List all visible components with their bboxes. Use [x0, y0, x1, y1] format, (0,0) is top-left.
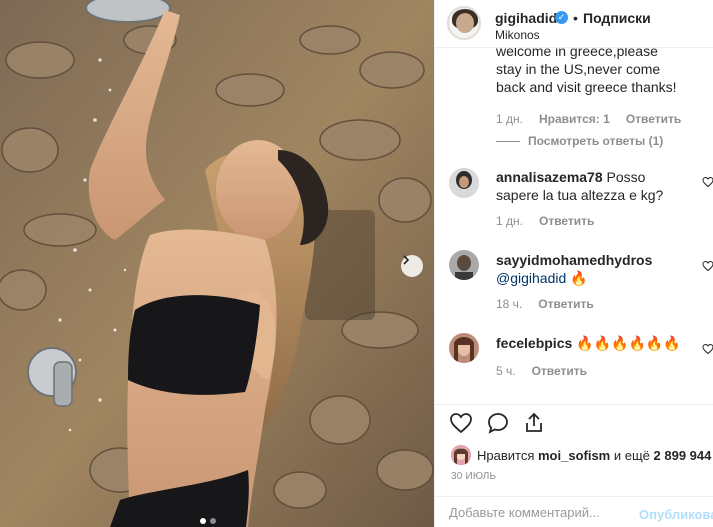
- comments-list[interactable]: welcome in greece,please stay in the US,…: [435, 48, 713, 404]
- post-header: gigihadid ✓ • Подписки Mikonos: [435, 0, 713, 48]
- comment-body: fecelebpics 🔥🔥🔥🔥🔥🔥: [496, 334, 696, 352]
- view-replies-line: [496, 140, 520, 142]
- comment-meta: 1 дн. Нравится: 1 Ответить: [496, 112, 681, 126]
- likes-user[interactable]: moi_sofism: [538, 448, 610, 463]
- post-date: 30 ИЮЛЬ: [451, 471, 497, 482]
- commenter-avatar-image: [449, 168, 479, 198]
- chevron-right-icon: [403, 255, 410, 265]
- likes-avatar: [451, 445, 471, 465]
- reply-button[interactable]: Ответить: [532, 364, 587, 378]
- commenter-avatar[interactable]: [449, 250, 479, 280]
- likes-summary[interactable]: Нравится moi_sofism и ещё 2 899 944: [451, 445, 711, 465]
- comment-time: 1 дн.: [496, 112, 523, 126]
- likes-suffix: и ещё: [613, 447, 650, 463]
- author-username[interactable]: gigihadid: [495, 10, 557, 26]
- carousel-dot: [210, 518, 216, 524]
- following-button[interactable]: Подписки: [583, 10, 651, 26]
- comment-time: 18 ч.: [496, 297, 523, 311]
- post-photo-illustration: [0, 0, 434, 527]
- comment-text: @gigihadid 🔥: [496, 269, 696, 287]
- fire-emoji-icon: 🔥: [570, 270, 588, 286]
- carousel-dot: [200, 518, 206, 524]
- add-comment-bar: Опубликовать: [435, 496, 713, 527]
- comment-item: fecelebpics 🔥🔥🔥🔥🔥🔥: [496, 334, 696, 352]
- follow-separator: •: [573, 10, 578, 26]
- publish-button[interactable]: Опубликовать: [639, 507, 713, 522]
- comment-body: annalisazema78 Posso sapere la tua altez…: [496, 168, 681, 204]
- comment-meta: 1 дн. Ответить: [496, 214, 594, 228]
- comment-bubble-icon[interactable]: [486, 411, 510, 435]
- commenter-username[interactable]: fecelebpics: [496, 335, 572, 351]
- commenter-avatar[interactable]: [449, 168, 479, 198]
- commenter-username[interactable]: annalisazema78: [496, 169, 603, 185]
- comment-item: welcome in greece,please stay in the US,…: [496, 48, 686, 96]
- verified-badge-icon: ✓: [555, 11, 568, 24]
- comment-time: 1 дн.: [496, 214, 523, 228]
- like-comment-heart-icon[interactable]: [702, 260, 713, 272]
- author-avatar[interactable]: [447, 6, 481, 40]
- avatar-face: [456, 13, 474, 33]
- view-replies-button[interactable]: Посмотреть ответы (1): [496, 134, 663, 148]
- likes-prefix: Нравится: [477, 447, 535, 463]
- fire-emoji-icon: 🔥🔥🔥🔥🔥🔥: [576, 335, 681, 351]
- commenter-avatar-image: [449, 250, 479, 280]
- comment-meta: 5 ч. Ответить: [496, 364, 587, 378]
- like-heart-icon[interactable]: [449, 411, 473, 435]
- comment-text: welcome in greece,please stay in the US,…: [496, 48, 677, 95]
- view-replies-label: Посмотреть ответы (1): [528, 134, 664, 148]
- post-side-panel: gigihadid ✓ • Подписки Mikonos welcome i…: [434, 0, 713, 527]
- post-actions: Нравится moi_sofism и ещё 2 899 944 30 И…: [435, 404, 713, 527]
- likes-count[interactable]: 2 899 944: [654, 448, 712, 463]
- share-icon[interactable]: [522, 411, 546, 435]
- comment-item: annalisazema78 Posso sapere la tua altez…: [496, 168, 681, 204]
- post-photo: [0, 0, 434, 527]
- carousel-dots: [200, 518, 216, 524]
- comment-input[interactable]: [449, 505, 629, 520]
- like-comment-heart-icon[interactable]: [702, 343, 713, 355]
- next-photo-button[interactable]: [401, 255, 423, 277]
- comment-item: sayyidmohamedhydros @gigihadid 🔥: [496, 251, 696, 287]
- commenter-avatar-image: [449, 333, 479, 363]
- like-comment-heart-icon[interactable]: [702, 176, 713, 188]
- comment-meta: 18 ч. Ответить: [496, 297, 594, 311]
- commenter-avatar[interactable]: [449, 333, 479, 363]
- comment-time: 5 ч.: [496, 364, 516, 378]
- commenter-username: sayyidmohamedhydros: [496, 251, 696, 269]
- likes-avatar-image: [451, 445, 471, 465]
- mention-link[interactable]: @gigihadid: [496, 270, 566, 286]
- commenter-username-link[interactable]: sayyidmohamedhydros: [496, 252, 652, 268]
- reply-button[interactable]: Ответить: [539, 214, 594, 228]
- reply-button[interactable]: Ответить: [626, 112, 681, 126]
- comment-likes[interactable]: Нравится: 1: [539, 112, 610, 126]
- post-location[interactable]: Mikonos: [495, 28, 540, 42]
- reply-button[interactable]: Ответить: [538, 297, 593, 311]
